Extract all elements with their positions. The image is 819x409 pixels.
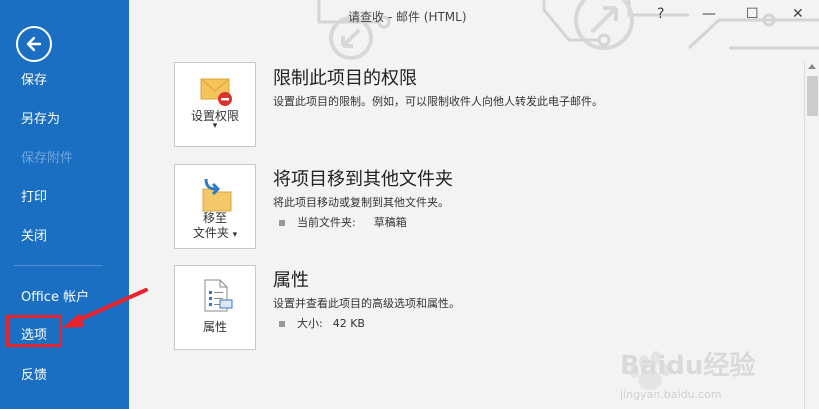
move-folder-icon [202,178,232,212]
sidebar-item-office-account[interactable]: Office 帐户 [21,286,89,305]
options-highlight-box [6,315,62,347]
size-info: 大小: 42 KB [279,315,365,331]
sidebar-item-close[interactable]: 关闭 [21,225,47,244]
current-folder-info: 当前文件夹: 草稿箱 [279,214,407,230]
permission-desc: 设置此项目的限制。例如，可以限制收件人向他人转发此电子邮件。 [273,95,603,108]
baidu-watermark-logo: Baidu经验 jingyan.baidu.com [620,350,755,401]
minimize-button[interactable]: — [702,6,716,22]
close-button[interactable]: ✕ [792,6,804,22]
properties-button[interactable]: 属性 [174,265,256,350]
scroll-up-arrow-icon[interactable] [808,64,816,69]
sidebar-item-save[interactable]: 保存 [21,69,47,88]
properties-title: 属性 [273,270,309,291]
properties-desc: 设置并查看此项目的高级选项和属性。 [273,297,460,310]
envelope-restrict-icon [200,78,232,106]
arrow-left-icon [26,36,42,52]
folder-label: 文件夹 ▾ [192,226,238,240]
maximize-button[interactable]: ☐ [746,6,759,22]
sidebar-item-print[interactable]: 打印 [21,186,47,205]
permission-title: 限制此项目的权限 [273,68,417,89]
dropdown-caret-icon: ▾ [212,121,218,131]
scroll-thumb[interactable] [807,76,818,116]
backstage-sidebar: 保存 另存为 保存附件 打印 关闭 Office 帐户 选项 反馈 [0,0,129,409]
watermark-brand: Baidu经验 [620,350,755,381]
sidebar-divider [14,265,103,266]
sidebar-item-save-attachments: 保存附件 [21,151,74,166]
properties-icon [204,279,233,312]
back-button[interactable] [16,26,52,62]
window-title: 请查收 - 邮件 (HTML) [348,10,467,24]
help-button[interactable]: ? [657,6,664,22]
sidebar-item-save-as[interactable]: 另存为 [21,108,60,127]
move-desc: 将此项目移动或复制到其他文件夹。 [273,196,449,209]
move-to-folder-button[interactable]: 移至 文件夹 ▾ [174,164,256,249]
set-permission-button[interactable]: 设置权限 ▾ [174,62,256,147]
move-title: 将项目移到其他文件夹 [273,169,453,190]
properties-label: 属性 [202,320,227,334]
sidebar-item-feedback[interactable]: 反馈 [21,364,47,383]
bullet-icon [279,220,285,226]
bullet-icon [279,321,285,327]
watermark-url: jingyan.baidu.com [620,388,722,401]
outlook-backstage: 保存 另存为 保存附件 打印 关闭 Office 帐户 选项 反馈 请查收 - … [0,0,819,409]
